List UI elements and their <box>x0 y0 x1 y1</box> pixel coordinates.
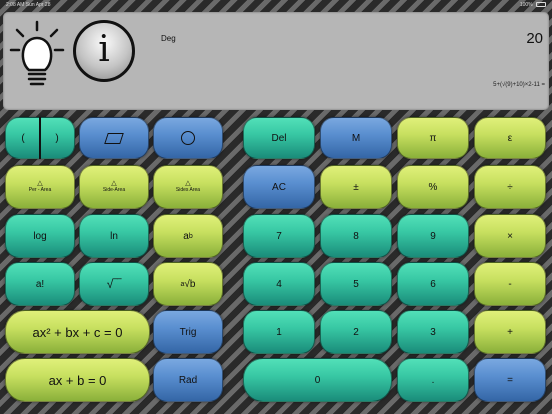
plus-minus-button[interactable]: ± <box>320 165 392 209</box>
plus-button[interactable]: + <box>474 310 546 354</box>
power-button[interactable]: ab <box>153 214 223 258</box>
factorial-label: a! <box>35 278 45 290</box>
digit-label: 9 <box>430 230 436 242</box>
digit-5-button[interactable]: 5 <box>320 262 392 306</box>
calculator-display: i Deg 20 5+(√(9)+10)×2-11 = <box>3 12 549 110</box>
digit-1-button[interactable]: 1 <box>243 310 315 354</box>
digit-2-button[interactable]: 2 <box>320 310 392 354</box>
rad-label: Rad <box>178 374 198 386</box>
digit-label: 8 <box>353 230 359 242</box>
digit-label: 4 <box>276 278 282 290</box>
result-value: 20 <box>526 30 543 47</box>
digit-label: 5 <box>353 278 359 290</box>
sqrt-button[interactable]: √‾‾ <box>79 262 149 306</box>
plus-minus-label: ± <box>353 181 359 193</box>
angle-mode-label: Deg <box>161 34 176 43</box>
memory-button[interactable]: M <box>320 117 392 159</box>
digit-9-button[interactable]: 9 <box>397 214 469 258</box>
all-clear-label: AC <box>272 181 286 193</box>
digit-label: 2 <box>353 326 359 338</box>
equals-label: = <box>507 374 513 386</box>
parallelogram-button[interactable] <box>79 117 149 159</box>
plus-label: + <box>507 326 513 338</box>
digit-label: 7 <box>276 230 282 242</box>
status-time-date: 2:08 AM Sun Apr 28 <box>6 2 51 8</box>
factorial-button[interactable]: a! <box>5 262 75 306</box>
nth-root-button[interactable]: a √b <box>153 262 223 306</box>
log-label: log <box>33 230 47 242</box>
quadratic-label: ax² + bx + c = 0 <box>32 324 123 340</box>
triangle-side-area-button[interactable]: △ Side-Area <box>79 165 149 209</box>
close-paren-label: ) <box>55 132 59 144</box>
digit-label: 6 <box>430 278 436 290</box>
pi-label: π <box>429 132 437 144</box>
circle-button[interactable] <box>153 117 223 159</box>
divide-label: ÷ <box>507 181 513 193</box>
sides-area-label: Sides Area <box>175 187 201 193</box>
lightbulb-icon[interactable] <box>9 20 65 90</box>
all-clear-button[interactable]: AC <box>243 165 315 209</box>
memory-label: M <box>351 132 361 144</box>
minus-button[interactable]: - <box>474 262 546 306</box>
linear-equation-button[interactable]: ax + b = 0 <box>5 358 150 402</box>
multiply-label: × <box>507 230 513 242</box>
trig-button[interactable]: Trig <box>153 310 223 354</box>
info-button[interactable]: i <box>73 20 135 82</box>
minus-label: - <box>508 278 512 290</box>
battery-icon <box>536 2 546 8</box>
epsilon-button[interactable]: ε <box>474 117 546 159</box>
equals-button[interactable]: = <box>474 358 546 402</box>
digit-0-button[interactable]: 0 <box>243 358 392 402</box>
root-radicand-label: √b <box>184 278 196 290</box>
decimal-label: . <box>431 374 435 386</box>
per-area-label: Per - Area <box>28 187 52 193</box>
linear-label: ax + b = 0 <box>48 372 107 388</box>
delete-button[interactable]: Del <box>243 117 315 159</box>
parentheses-divider <box>39 117 41 159</box>
digit-7-button[interactable]: 7 <box>243 214 315 258</box>
trig-label: Trig <box>179 326 197 338</box>
ln-label: ln <box>110 230 118 242</box>
status-bar: 2:08 AM Sun Apr 28 100% <box>0 0 552 10</box>
epsilon-label: ε <box>507 132 513 144</box>
digit-4-button[interactable]: 4 <box>243 262 315 306</box>
multiply-button[interactable]: × <box>474 214 546 258</box>
info-icon: i <box>98 29 110 70</box>
log-button[interactable]: log <box>5 214 75 258</box>
battery-percent: 100% <box>519 2 533 8</box>
circle-icon <box>181 131 195 145</box>
digit-label: 0 <box>314 374 321 386</box>
status-time: 2:08 AM <box>6 2 25 8</box>
side-area-label: Side-Area <box>102 187 126 193</box>
triangle-sides-area-button[interactable]: △ Sides Area <box>153 165 223 209</box>
status-date: Sun Apr 28 <box>25 2 51 8</box>
status-battery: 100% <box>520 2 546 8</box>
open-paren-label: ( <box>21 132 25 144</box>
expression-history: 5+(√(9)+10)×2-11 = <box>493 82 545 88</box>
rad-button[interactable]: Rad <box>153 358 223 402</box>
triangle-per-area-button[interactable]: △ Per - Area <box>5 165 75 209</box>
percent-label: % <box>428 181 438 193</box>
digit-label: 3 <box>430 326 436 338</box>
delete-label: Del <box>271 132 287 144</box>
quadratic-equation-button[interactable]: ax² + bx + c = 0 <box>5 310 150 354</box>
ln-button[interactable]: ln <box>79 214 149 258</box>
divide-button[interactable]: ÷ <box>474 165 546 209</box>
digit-8-button[interactable]: 8 <box>320 214 392 258</box>
digit-label: 1 <box>276 326 282 338</box>
percent-button[interactable]: % <box>397 165 469 209</box>
sqrt-label: √‾‾ <box>106 277 122 291</box>
digit-3-button[interactable]: 3 <box>397 310 469 354</box>
decimal-button[interactable]: . <box>397 358 469 402</box>
power-exponent-label: b <box>188 232 193 240</box>
parallelogram-icon <box>104 132 124 144</box>
digit-6-button[interactable]: 6 <box>397 262 469 306</box>
pi-button[interactable]: π <box>397 117 469 159</box>
